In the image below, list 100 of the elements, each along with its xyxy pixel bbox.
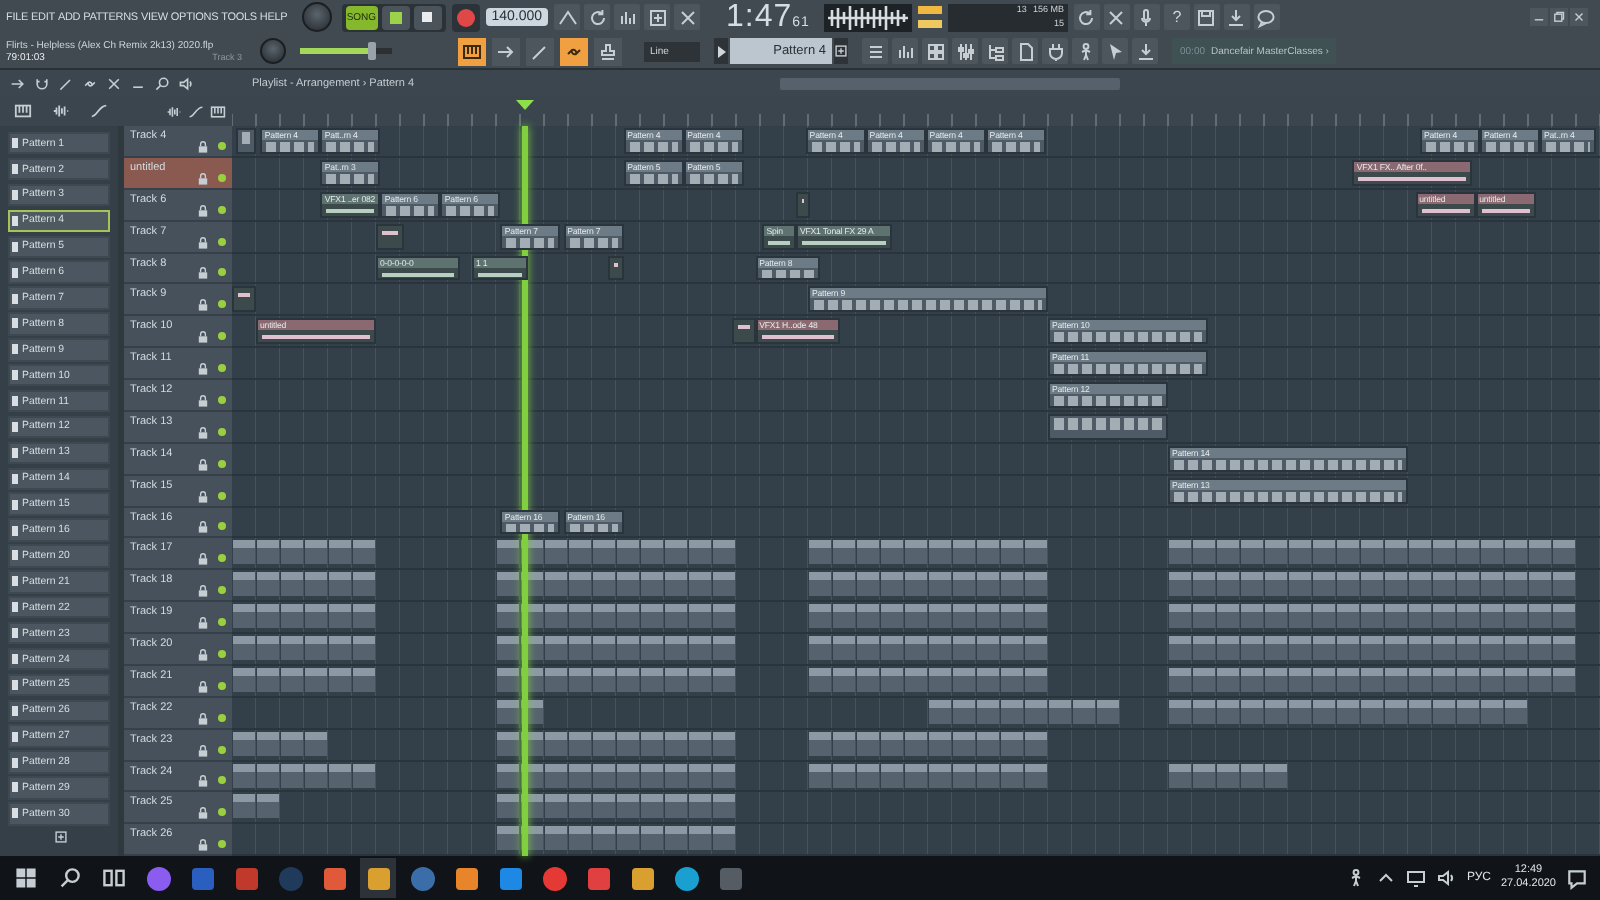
- save-icon: [1196, 7, 1217, 27]
- lock-icon: [196, 139, 210, 154]
- toolbar-button[interactable]: [1073, 4, 1100, 30]
- lock-icon: [196, 679, 210, 694]
- tool-button[interactable]: [458, 37, 486, 65]
- record-button[interactable]: [451, 3, 480, 31]
- track-enable-light[interactable]: [218, 459, 226, 468]
- chain-icon: [82, 75, 98, 91]
- horizontal-scrollbar[interactable]: [780, 77, 1120, 89]
- track-enable-light[interactable]: [218, 364, 226, 372]
- track-enable-light[interactable]: [218, 491, 226, 499]
- master-volume-slider[interactable]: [300, 48, 392, 54]
- audio-view-button[interactable]: [50, 101, 70, 121]
- app-icon: [145, 865, 171, 891]
- track-enable-light[interactable]: [218, 713, 226, 722]
- playlist-tool-button[interactable]: [152, 73, 172, 93]
- lock-icon: [196, 425, 210, 440]
- app-icon: [717, 865, 743, 891]
- play-button[interactable]: [381, 5, 410, 29]
- toolbar-button[interactable]: [554, 4, 581, 30]
- help-button[interactable]: ?: [1163, 4, 1190, 30]
- track-enable-light[interactable]: [218, 205, 226, 214]
- playlist-tool-button[interactable]: [176, 73, 196, 93]
- app-icon: [409, 865, 435, 891]
- lock-icon: [196, 457, 210, 472]
- window-button[interactable]: [862, 38, 888, 64]
- toolbar-button[interactable]: [1223, 4, 1250, 30]
- knob[interactable]: [301, 2, 332, 32]
- network-icon: [1406, 868, 1427, 888]
- restore-button[interactable]: [1550, 8, 1568, 26]
- pattern-clip[interactable]: [236, 128, 256, 154]
- track-enable-light[interactable]: [218, 649, 226, 658]
- track-enable-light[interactable]: [218, 395, 226, 404]
- toolbar-button[interactable]: [1103, 4, 1130, 30]
- track-enable-light[interactable]: [218, 173, 226, 182]
- speaker-icon: [1436, 868, 1457, 888]
- track-enable-light[interactable]: [218, 427, 226, 436]
- track-enable-light[interactable]: [218, 268, 226, 277]
- window-button[interactable]: [922, 38, 948, 64]
- previous-button[interactable]: [714, 38, 728, 64]
- audio-clip[interactable]: [376, 223, 405, 249]
- toolbar-button[interactable]: [584, 4, 611, 30]
- toolbar-button[interactable]: [644, 4, 671, 30]
- automation-view-button[interactable]: [88, 101, 108, 121]
- track-enable-light[interactable]: [218, 681, 226, 690]
- window-button[interactable]: [952, 38, 978, 64]
- taskbar-app-button[interactable]: [360, 858, 396, 898]
- toolbar-button[interactable]: [614, 4, 641, 30]
- app-icon: [233, 865, 259, 891]
- minimize-button[interactable]: [1530, 8, 1548, 26]
- save-button[interactable]: [1193, 4, 1220, 30]
- playlist-tool-button[interactable]: [32, 73, 52, 93]
- tool-button[interactable]: [526, 37, 554, 65]
- track-enable-light[interactable]: [218, 554, 226, 563]
- window-button[interactable]: [1132, 38, 1158, 64]
- track-enable-light[interactable]: [218, 522, 226, 531]
- audio-clip[interactable]: [608, 255, 624, 281]
- waveform-monitor-drawing: [823, 3, 912, 31]
- track-enable-light[interactable]: [218, 776, 226, 785]
- window-button[interactable]: [892, 38, 918, 64]
- track-enable-light[interactable]: [218, 332, 226, 341]
- app-icon: [497, 865, 523, 891]
- play-icon: [387, 9, 404, 25]
- audio-clip[interactable]: [731, 318, 756, 345]
- playlist-tool-button[interactable]: [104, 73, 124, 93]
- audio-clip[interactable]: [232, 286, 256, 313]
- plug-icon: [1045, 41, 1065, 61]
- knob[interactable]: [260, 38, 286, 64]
- track-enable-light[interactable]: [218, 808, 226, 817]
- tool-button[interactable]: [594, 37, 622, 65]
- track-enable-light[interactable]: [218, 141, 226, 150]
- toolbar-button[interactable]: [1253, 4, 1280, 30]
- search-icon: [58, 866, 82, 890]
- peak-icon: [557, 7, 578, 27]
- volume-thumb[interactable]: [367, 42, 376, 60]
- close-button[interactable]: [1570, 8, 1588, 26]
- track-enable-light[interactable]: [218, 586, 226, 595]
- track-enable-light[interactable]: [218, 745, 226, 753]
- piano-view-button[interactable]: [12, 101, 32, 121]
- window-button[interactable]: [1072, 38, 1098, 64]
- playlist-tool-button[interactable]: [56, 73, 76, 93]
- add-pattern-button[interactable]: [834, 38, 848, 64]
- window-button[interactable]: [982, 38, 1008, 64]
- window-button[interactable]: [1102, 38, 1128, 64]
- track-enable-light[interactable]: [218, 300, 226, 309]
- app-icon: [453, 865, 479, 891]
- track-enable-light[interactable]: [218, 237, 226, 245]
- track-enable-light[interactable]: [218, 618, 226, 626]
- toolbar-button[interactable]: [1133, 4, 1160, 30]
- lock-icon: [196, 806, 210, 821]
- tool-button[interactable]: [492, 37, 520, 65]
- stop-button[interactable]: [413, 5, 442, 29]
- window-button[interactable]: [1042, 38, 1068, 64]
- track-enable-light[interactable]: [218, 840, 226, 849]
- pattern-clip[interactable]: [1048, 413, 1168, 440]
- toolbar-button[interactable]: [674, 4, 701, 30]
- audio-clip[interactable]: [796, 191, 811, 218]
- window-button[interactable]: [1012, 38, 1038, 64]
- loop-icon: [587, 7, 608, 27]
- tool-button[interactable]: [560, 37, 588, 65]
